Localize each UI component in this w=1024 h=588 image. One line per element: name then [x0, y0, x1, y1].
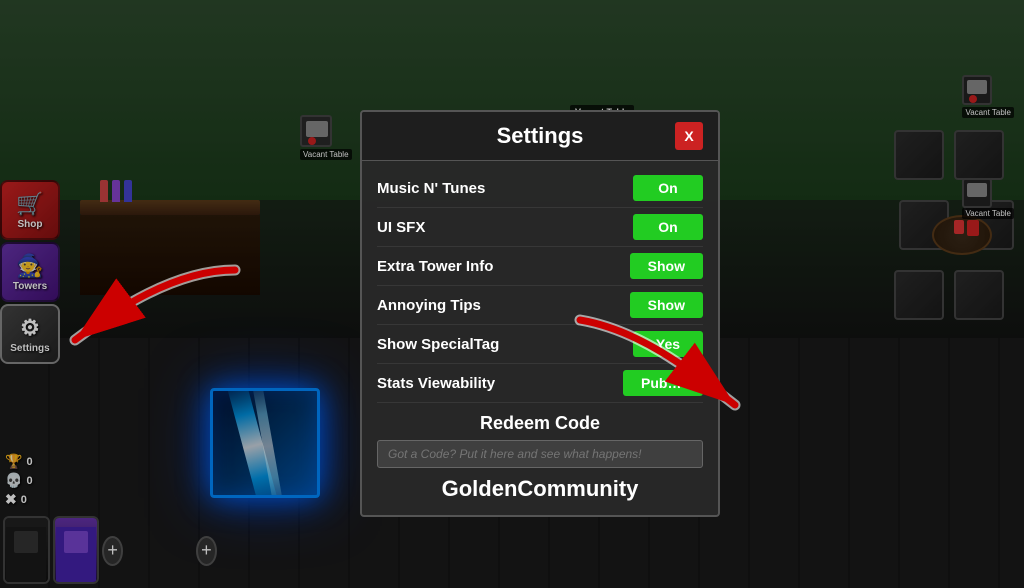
- setting-btn-music[interactable]: On: [633, 175, 703, 201]
- setting-label-sfx: UI SFX: [377, 219, 425, 236]
- setting-label-tower-info: Extra Tower Info: [377, 258, 493, 275]
- setting-label-stats: Stats Viewability: [377, 375, 495, 392]
- redeem-title: Redeem Code: [377, 413, 703, 434]
- redeem-input[interactable]: [377, 440, 703, 468]
- redeem-section: Redeem Code GoldenCommunity: [377, 403, 703, 507]
- setting-row-music: Music N' Tunes On: [377, 169, 703, 208]
- setting-row-stats: Stats Viewability Publi...: [377, 364, 703, 403]
- setting-row-sfx: UI SFX On: [377, 208, 703, 247]
- setting-btn-tower-info[interactable]: Show: [630, 253, 703, 279]
- setting-btn-stats[interactable]: Publi...: [623, 370, 703, 396]
- setting-label-tips: Annoying Tips: [377, 297, 481, 314]
- setting-row-special-tag: Show SpecialTag Yes: [377, 325, 703, 364]
- modal-body: Music N' Tunes On UI SFX On Extra Tower …: [362, 161, 718, 515]
- setting-row-tips: Annoying Tips Show: [377, 286, 703, 325]
- modal-title: Settings: [405, 123, 675, 149]
- setting-btn-sfx[interactable]: On: [633, 214, 703, 240]
- setting-label-music: Music N' Tunes: [377, 180, 485, 197]
- modal-close-button[interactable]: X: [675, 122, 703, 150]
- setting-label-special-tag: Show SpecialTag: [377, 336, 499, 353]
- setting-row-tower-info: Extra Tower Info Show: [377, 247, 703, 286]
- setting-btn-special-tag[interactable]: Yes: [633, 331, 703, 357]
- setting-btn-tips[interactable]: Show: [630, 292, 703, 318]
- settings-modal: Settings X Music N' Tunes On UI SFX On E…: [360, 110, 720, 517]
- modal-header: Settings X: [362, 112, 718, 161]
- redeem-code-display: GoldenCommunity: [377, 476, 703, 502]
